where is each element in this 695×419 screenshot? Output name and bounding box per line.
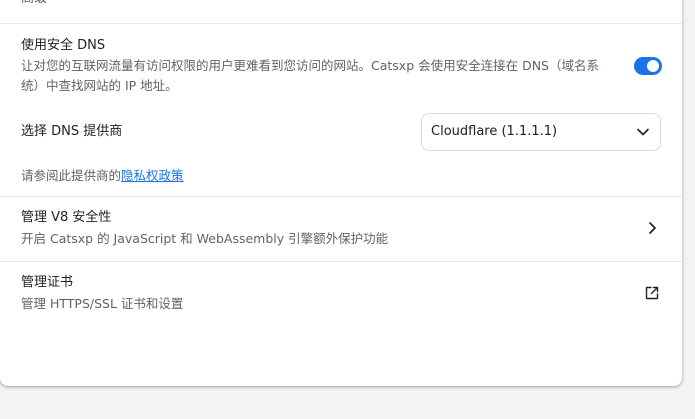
- divider: [0, 261, 682, 262]
- secure-dns-title: 使用安全 DNS: [21, 38, 106, 53]
- v8-security-subtitle: 开启 Catsxp 的 JavaScript 和 WebAssembly 引擎额…: [21, 231, 389, 246]
- secure-dns-toggle[interactable]: [634, 57, 662, 75]
- dns-provider-label: 选择 DNS 提供商: [21, 124, 123, 139]
- certificates-subtitle: 管理 HTTPS/SSL 证书和设置: [21, 296, 184, 311]
- privacy-policy-link[interactable]: 隐私权政策: [121, 168, 184, 183]
- dns-provider-selected: Cloudflare (1.1.1.1): [431, 124, 558, 139]
- chevron-down-icon: [636, 125, 650, 143]
- v8-security-title: 管理 V8 安全性: [21, 210, 112, 225]
- section-title: 高级: [21, 0, 47, 6]
- chevron-right-icon[interactable]: [645, 220, 659, 239]
- secure-dns-description-line2: 统）中查找网站的 IP 地址。: [21, 78, 178, 93]
- settings-card: 高级 使用安全 DNS 让对您的互联网流量有访问权限的用户更难看到您访问的网站。…: [0, 0, 682, 386]
- open-in-new-icon[interactable]: [644, 285, 660, 305]
- dns-provider-select[interactable]: Cloudflare (1.1.1.1): [421, 113, 661, 151]
- privacy-note: 请参阅此提供商的隐私权政策: [21, 166, 184, 186]
- certificates-title: 管理证书: [21, 275, 74, 290]
- divider: [0, 196, 682, 197]
- divider: [0, 23, 682, 24]
- secure-dns-description-line1: 让对您的互联网流量有访问权限的用户更难看到您访问的网站。Catsxp 会使用安全…: [21, 58, 599, 73]
- toggle-knob: [647, 60, 659, 72]
- privacy-prefix: 请参阅此提供商的: [21, 168, 122, 183]
